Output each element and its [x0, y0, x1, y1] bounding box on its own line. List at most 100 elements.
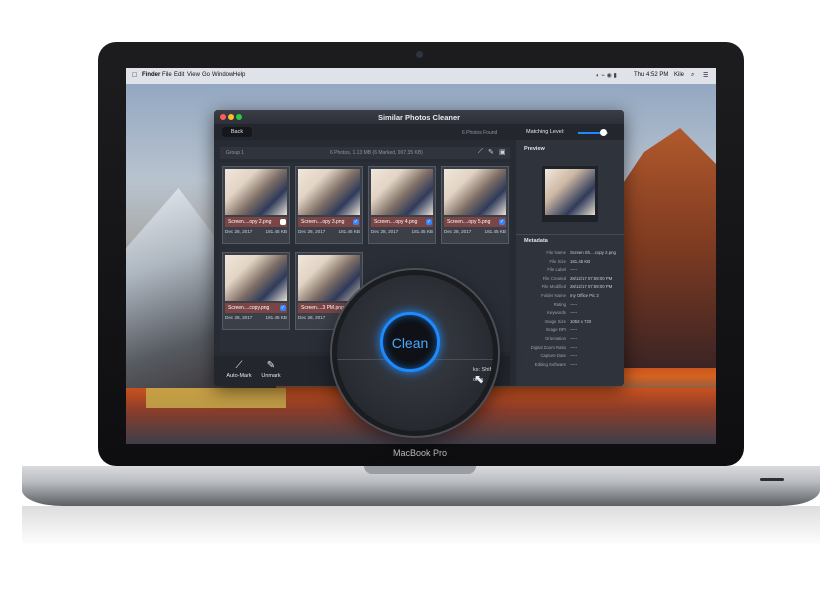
photo-size: 181.45 KB: [484, 229, 506, 234]
photo-thumbnail: [225, 255, 287, 301]
metadata-row: Rating -----: [516, 302, 624, 310]
cursor-arrow-icon: ⬉: [474, 372, 485, 386]
group-label: Group 1: [226, 150, 245, 156]
photo-tile[interactable]: Screen....copy.png ✓ Dec 28, 2017 181.45 …: [222, 252, 290, 330]
menu-help[interactable]: Help: [233, 72, 245, 78]
magic-wand-icon: ⟋: [235, 360, 243, 371]
photo-date: Dec 28, 2017: [298, 229, 326, 234]
metadata-row: File Label -----: [516, 267, 624, 275]
photo-tile[interactable]: Screen....opy 2.png Dec 28, 2017 181.45 K…: [222, 166, 290, 244]
metadata-key: Rating: [553, 301, 566, 307]
laptop-reflection: [22, 506, 820, 546]
metadata-row: Folder Name my Office Pic 2: [516, 293, 624, 301]
photo-thumbnail: [225, 169, 287, 215]
photo-meta: Dec 28, 2017 181.45 KB: [298, 229, 360, 234]
photo-tile[interactable]: Screen....opy 3.png ✓ Dec 28, 2017 181.45…: [295, 166, 363, 244]
metadata-value: -----: [570, 344, 578, 350]
photo-meta: Dec 28, 2017 181.45 KB: [225, 315, 287, 320]
metadata-key: Capture Date: [540, 353, 566, 359]
back-button[interactable]: Back: [222, 127, 252, 137]
photo-tile[interactable]: Screen....opy 4.png ✓ Dec 28, 2017 181.45…: [368, 166, 436, 244]
photo-size: 181.45 KB: [411, 229, 433, 234]
matching-level-slider-knob[interactable]: [600, 129, 607, 136]
auto-mark-label: Auto-Mark: [226, 373, 252, 379]
metadata-row: File Name Screen Sh....copy 2.png: [516, 250, 624, 258]
photo-date: Dec 28, 2017: [225, 229, 253, 234]
metadata-value: Screen Sh....copy 2.png: [570, 250, 616, 255]
group-summary: 6 Photos, 1.13 MB (6 Marked, 907.35 KB): [330, 150, 423, 156]
photo-name: Screen....opy 5.png: [444, 217, 506, 227]
checkbox-checked-icon[interactable]: ✓: [353, 219, 359, 225]
search-icon[interactable]: ⌕: [691, 72, 694, 79]
menu-app-name[interactable]: Finder: [142, 72, 160, 78]
preview-title: Preview: [524, 146, 545, 152]
photo-thumbnail: [298, 255, 360, 301]
unmark-icon: ✎: [266, 360, 276, 371]
status-icons[interactable]: ◐ ⌁ ◉ ▮: [596, 72, 617, 79]
metadata-title: Metadata: [524, 238, 548, 244]
menu-clock[interactable]: Thu 4:52 PM: [634, 72, 668, 78]
metadata-value: -----: [570, 361, 578, 367]
metadata-row: Image Size 1053 x 720: [516, 319, 624, 327]
photo-size: 181.45 KB: [265, 229, 287, 234]
menu-view[interactable]: View: [187, 72, 200, 78]
photo-thumbnail: [444, 169, 506, 215]
metadata-value: my Office Pic 2: [570, 293, 599, 298]
photo-meta: Dec 28, 2017 181.45 KB: [225, 229, 287, 234]
metadata-key: Orientation: [544, 336, 566, 341]
photo-tile[interactable]: Screen....opy 5.png ✓ Dec 28, 2017 181.45…: [441, 166, 509, 244]
menu-window[interactable]: Window: [212, 72, 233, 78]
metadata-row: Editing Software -----: [516, 362, 624, 370]
checkbox-icon[interactable]: [280, 219, 286, 225]
metadata-key: Image Size: [544, 318, 567, 324]
photo-meta: Dec 28, 2017 181.45 KB: [444, 229, 506, 234]
edit-icon[interactable]: ✎: [488, 148, 494, 156]
metadata-key: Digital Zoom Ratio: [530, 344, 566, 350]
auto-mark-button[interactable]: ⟋ Auto-Mark: [222, 360, 256, 379]
photo-name: Screen....opy 4.png: [371, 217, 433, 227]
menu-file[interactable]: File: [162, 72, 172, 78]
checkbox-checked-icon[interactable]: ✓: [426, 219, 432, 225]
menu-edit[interactable]: Edit: [174, 72, 184, 78]
checkbox-checked-icon[interactable]: ✓: [499, 219, 505, 225]
photos-found-count: 6 Photos Found: [462, 130, 498, 136]
photo-name: Screen....opy 3.png: [298, 217, 360, 227]
apple-icon[interactable]: : [132, 72, 137, 79]
metadata-key: Keywords: [547, 310, 566, 316]
menu-user[interactable]: Kile: [674, 72, 684, 78]
photo-name: Screen....opy 2.png: [225, 217, 287, 227]
metadata-key: File Name: [546, 250, 566, 255]
menu-go[interactable]: Go: [202, 72, 210, 78]
clean-button[interactable]: Clean: [380, 312, 440, 372]
metadata-key: File Label: [547, 267, 566, 273]
metadata-value: -----: [570, 353, 578, 359]
photo-size: 181.45 KB: [265, 315, 287, 320]
metadata-row: Capture Date -----: [516, 353, 624, 361]
menu-bar:  Finder File Edit View Go Window Help ◐…: [126, 68, 716, 84]
photo-thumbnail: [298, 169, 360, 215]
metadata-row: Orientation -----: [516, 336, 624, 344]
unmark-button[interactable]: ✎ Unmark: [254, 360, 288, 379]
wallpaper-grass: [146, 388, 286, 408]
notification-center-icon[interactable]: ☰: [703, 72, 708, 79]
metadata-key: File Modified: [541, 284, 566, 290]
metadata-value: -----: [570, 310, 578, 316]
metadata-key: File Size: [549, 258, 566, 264]
photo-size: 181.45 KB: [338, 229, 360, 234]
metadata-value: -----: [570, 336, 578, 341]
camera-icon: [416, 51, 423, 58]
matching-level-label: Matching Level:: [526, 129, 565, 135]
wand-icon[interactable]: ⟋: [478, 148, 483, 156]
preview-image: [545, 169, 595, 215]
metadata-row: Keywords -----: [516, 310, 624, 318]
checkbox-checked-icon[interactable]: ✓: [280, 305, 286, 311]
metadata-key: Image DPI: [545, 327, 566, 333]
metadata-value: 28/12/17 07:59:00 PM: [570, 275, 613, 281]
metadata-row: File Created 28/12/17 07:59:00 PM: [516, 276, 624, 284]
sidebar-divider: [516, 234, 624, 235]
photo-date: Dec 28, 2017: [444, 229, 472, 234]
metadata-key: File Created: [542, 275, 566, 281]
unmark-label: Unmark: [261, 373, 281, 379]
lock-icon[interactable]: ▣: [499, 148, 506, 156]
metadata-key: Folder Name: [541, 293, 566, 298]
